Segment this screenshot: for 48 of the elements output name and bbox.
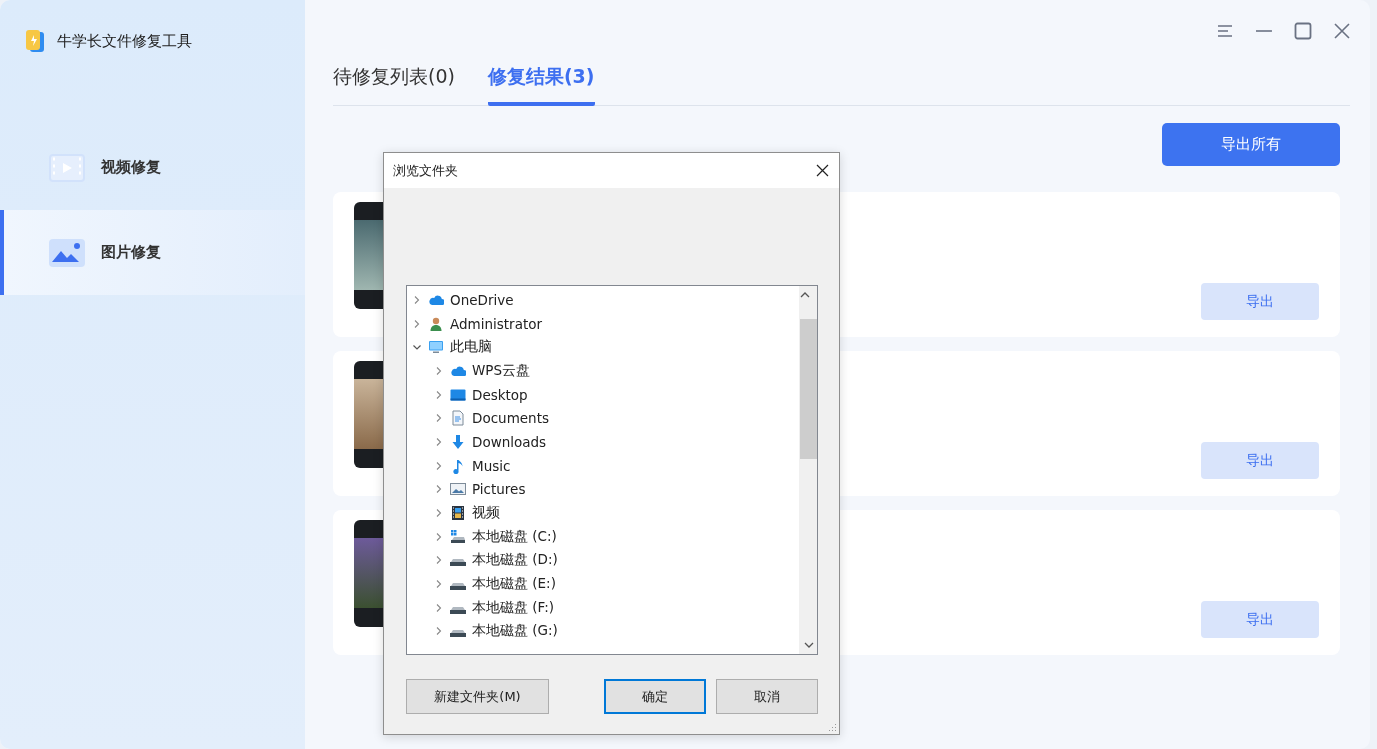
export-button[interactable]: 导出	[1201, 601, 1319, 638]
scrollbar-thumb[interactable]	[800, 319, 817, 459]
folder-item[interactable]: 视频	[472, 504, 500, 523]
dialog-button[interactable]: 新建文件夹(M)	[406, 679, 549, 714]
folder-item[interactable]: 本地磁盘 (G:)	[472, 622, 558, 641]
folder-item[interactable]: Desktop	[472, 386, 528, 403]
computer-icon	[428, 339, 444, 356]
folder-item[interactable]: 本地磁盘 (C:)	[472, 527, 557, 546]
export-button[interactable]: 导出	[1201, 283, 1319, 320]
folder-item[interactable]: Music	[472, 457, 511, 474]
menu-icon[interactable]	[1216, 22, 1234, 40]
scroll-down-icon[interactable]	[803, 641, 814, 649]
picture-icon	[450, 481, 466, 498]
drive-icon	[450, 559, 466, 567]
drive-icon	[450, 583, 466, 591]
export-all-button[interactable]: 导出所有	[1162, 123, 1340, 166]
maximize-icon[interactable]	[1294, 22, 1312, 40]
tab[interactable]: 待修复列表(0)	[333, 64, 455, 106]
dialog-title: 浏览文件夹	[393, 161, 458, 180]
close-icon[interactable]	[816, 164, 829, 177]
resize-grip-icon	[826, 721, 837, 732]
export-button[interactable]: 导出	[1201, 442, 1319, 479]
app-logo-icon	[24, 29, 46, 53]
app-title: 牛学长文件修复工具	[57, 31, 192, 51]
folder-item[interactable]: Documents	[472, 410, 549, 427]
system-drive-icon	[450, 528, 466, 545]
film-icon	[450, 505, 466, 522]
folder-item[interactable]: 此电脑	[450, 338, 492, 357]
scroll-up-icon[interactable]	[800, 291, 810, 299]
drive-icon	[450, 606, 466, 614]
sidebar-item[interactable]: 图片修复	[0, 210, 305, 295]
folder-item[interactable]: 本地磁盘 (D:)	[472, 551, 558, 570]
down-arrow-icon	[450, 433, 466, 450]
folder-item[interactable]: WPS云盘	[472, 361, 531, 380]
folder-item[interactable]: OneDrive	[450, 291, 514, 308]
dialog-button[interactable]: 确定	[604, 679, 706, 714]
dialog-button[interactable]: 取消	[716, 679, 818, 714]
user-icon	[428, 315, 444, 332]
video-icon	[50, 154, 84, 181]
drive-icon	[450, 630, 466, 638]
document-icon	[450, 410, 466, 427]
folder-item[interactable]: Downloads	[472, 433, 547, 450]
tab[interactable]: 修复结果(3)	[487, 64, 595, 106]
sidebar-item[interactable]: 视频修复	[0, 125, 305, 210]
folder-item[interactable]: 本地磁盘 (E:)	[472, 575, 556, 594]
folder-item[interactable]: 本地磁盘 (F:)	[472, 598, 555, 617]
folder-item[interactable]: Administrator	[450, 315, 543, 332]
folder-item[interactable]: Pictures	[472, 481, 526, 498]
